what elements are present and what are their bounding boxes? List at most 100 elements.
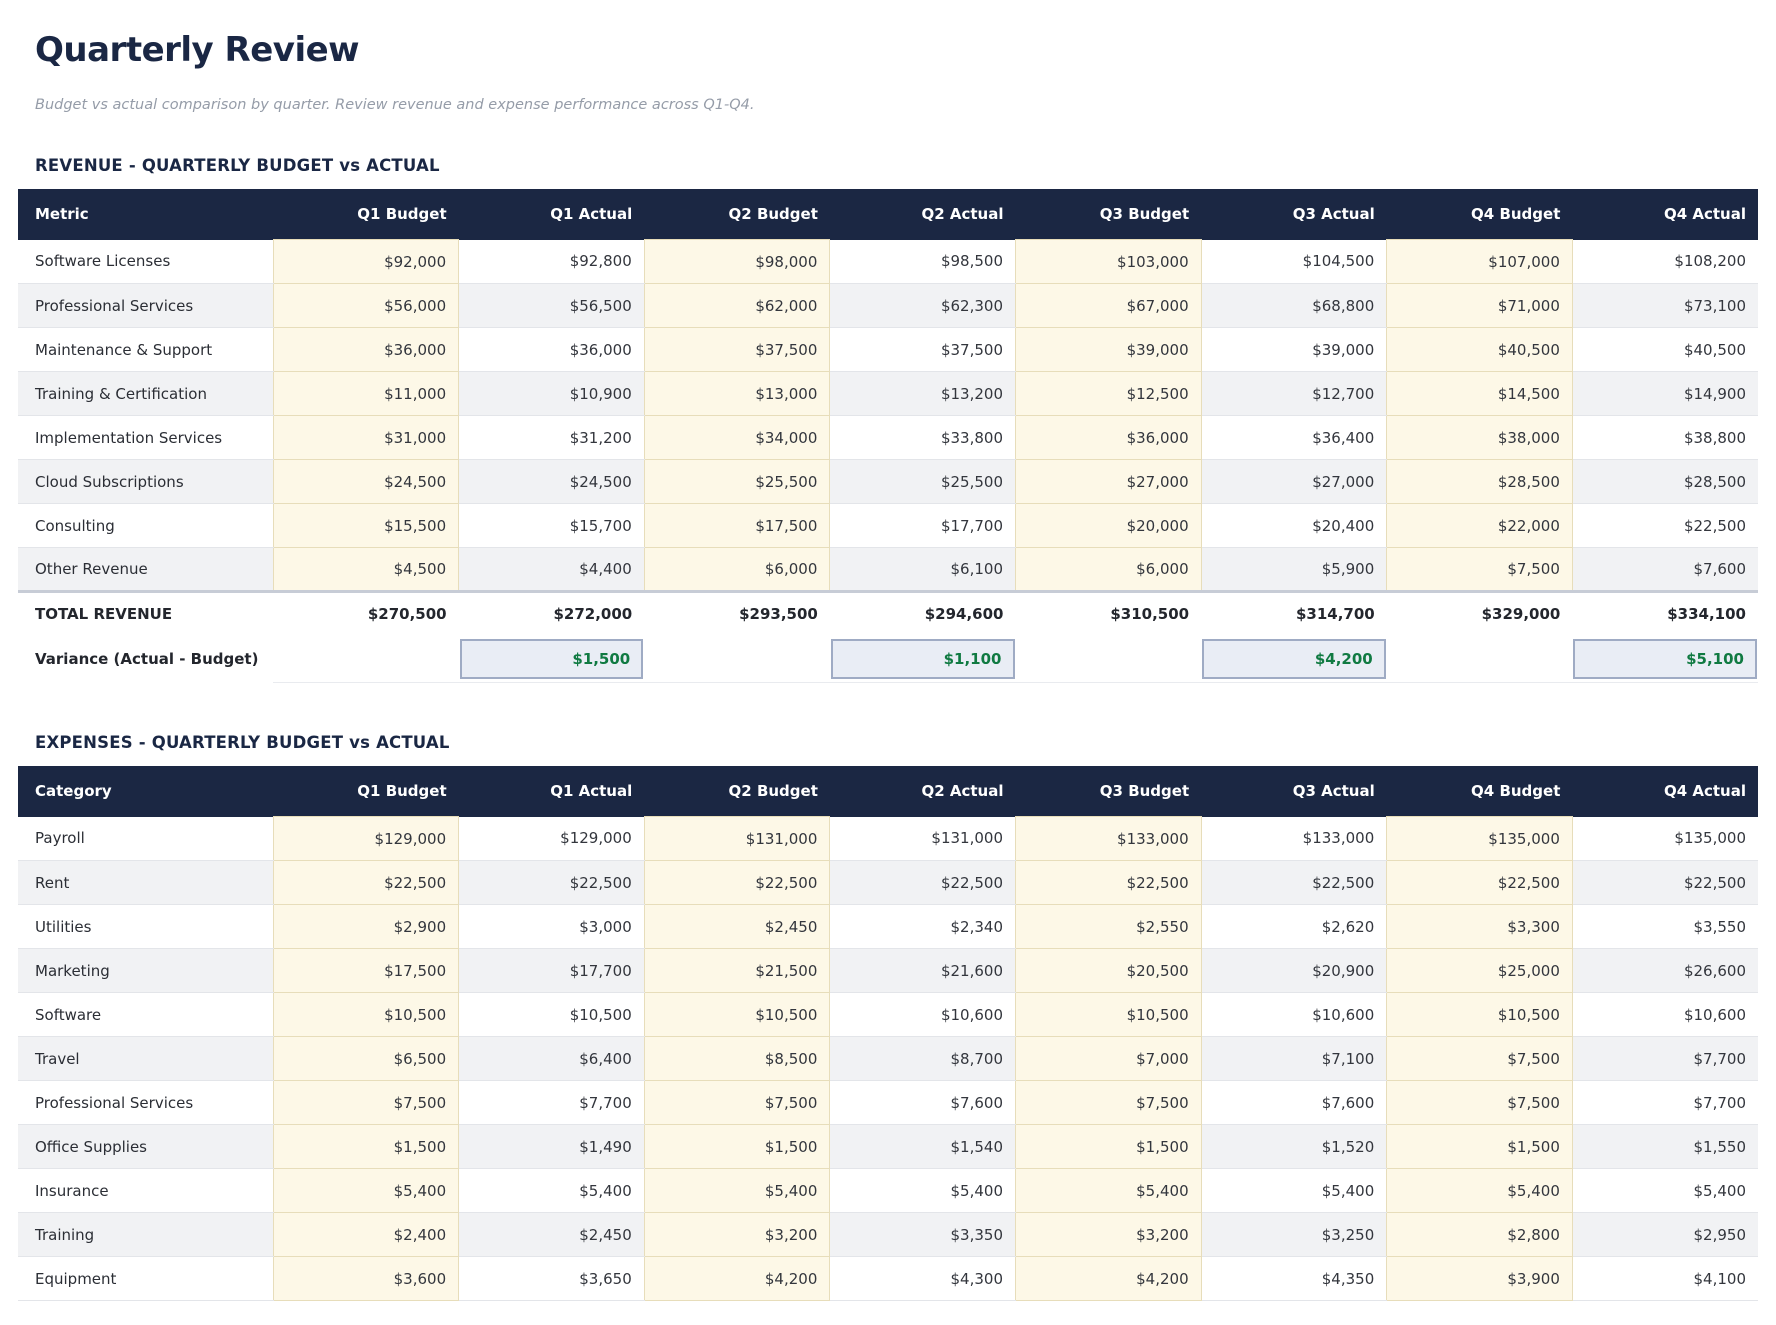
budget-value-cell[interactable]: $15,500: [273, 504, 459, 548]
budget-value-cell[interactable]: $62,000: [644, 284, 830, 328]
budget-value-cell[interactable]: $3,300: [1387, 905, 1573, 949]
table-row: Office Supplies$1,500$1,490$1,500$1,540$…: [18, 1125, 1758, 1169]
total-value-cell: $272,000: [459, 592, 645, 636]
budget-value-cell[interactable]: $135,000: [1387, 817, 1573, 861]
table-row: Other Revenue$4,500$4,400$6,000$6,100$6,…: [18, 548, 1758, 592]
budget-value-cell[interactable]: $4,200: [1016, 1257, 1202, 1301]
budget-value-cell[interactable]: $4,200: [644, 1257, 830, 1301]
budget-value-cell[interactable]: $5,400: [273, 1169, 459, 1213]
revenue-table: MetricQ1 BudgetQ1 ActualQ2 BudgetQ2 Actu…: [18, 189, 1758, 683]
budget-value-cell[interactable]: $3,200: [644, 1213, 830, 1257]
budget-value-cell[interactable]: $21,500: [644, 949, 830, 993]
budget-value-cell[interactable]: $7,500: [273, 1081, 459, 1125]
budget-value-cell[interactable]: $7,500: [1016, 1081, 1202, 1125]
budget-value-cell[interactable]: $39,000: [1016, 328, 1202, 372]
budget-value-cell[interactable]: $5,400: [1016, 1169, 1202, 1213]
budget-value-cell[interactable]: $129,000: [273, 817, 459, 861]
row-label: Maintenance & Support: [18, 328, 273, 372]
budget-value-cell[interactable]: $12,500: [1016, 372, 1202, 416]
actual-value-cell: $33,800: [830, 416, 1016, 460]
budget-value-cell[interactable]: $92,000: [273, 240, 459, 284]
budget-value-cell[interactable]: $5,400: [644, 1169, 830, 1213]
budget-value-cell[interactable]: $10,500: [1387, 993, 1573, 1037]
budget-value-cell[interactable]: $7,000: [1016, 1037, 1202, 1081]
budget-value-cell[interactable]: $22,500: [644, 861, 830, 905]
budget-value-cell[interactable]: $20,000: [1016, 504, 1202, 548]
column-header: Q4 Budget: [1387, 189, 1573, 240]
budget-value-cell[interactable]: $31,000: [273, 416, 459, 460]
budget-value-cell[interactable]: $71,000: [1387, 284, 1573, 328]
budget-value-cell[interactable]: $3,900: [1387, 1257, 1573, 1301]
budget-value-cell[interactable]: $7,500: [1387, 548, 1573, 592]
budget-value-cell[interactable]: $1,500: [1387, 1125, 1573, 1169]
budget-value-cell[interactable]: $10,500: [273, 993, 459, 1037]
budget-value-cell[interactable]: $6,500: [273, 1037, 459, 1081]
budget-value-cell[interactable]: $131,000: [644, 817, 830, 861]
budget-value-cell[interactable]: $6,000: [644, 548, 830, 592]
budget-value-cell[interactable]: $17,500: [644, 504, 830, 548]
actual-value-cell: $3,550: [1572, 905, 1758, 949]
budget-value-cell[interactable]: $8,500: [644, 1037, 830, 1081]
budget-value-cell[interactable]: $2,800: [1387, 1213, 1573, 1257]
actual-value-cell: $10,600: [1201, 993, 1387, 1037]
budget-value-cell[interactable]: $98,000: [644, 240, 830, 284]
budget-value-cell[interactable]: $67,000: [1016, 284, 1202, 328]
budget-value-cell[interactable]: $3,200: [1016, 1213, 1202, 1257]
budget-value-cell[interactable]: $36,000: [1016, 416, 1202, 460]
budget-value-cell[interactable]: $10,500: [1016, 993, 1202, 1037]
budget-value-cell[interactable]: $36,000: [273, 328, 459, 372]
actual-value-cell: $10,600: [1572, 993, 1758, 1037]
budget-value-cell[interactable]: $22,000: [1387, 504, 1573, 548]
budget-value-cell[interactable]: $10,500: [644, 993, 830, 1037]
actual-value-cell: $8,700: [830, 1037, 1016, 1081]
variance-empty-cell: [644, 636, 830, 683]
budget-value-cell[interactable]: $1,500: [1016, 1125, 1202, 1169]
budget-value-cell[interactable]: $7,500: [644, 1081, 830, 1125]
budget-value-cell[interactable]: $1,500: [273, 1125, 459, 1169]
budget-value-cell[interactable]: $14,500: [1387, 372, 1573, 416]
budget-value-cell[interactable]: $25,000: [1387, 949, 1573, 993]
row-label: Insurance: [18, 1169, 273, 1213]
budget-value-cell[interactable]: $4,500: [273, 548, 459, 592]
budget-value-cell[interactable]: $103,000: [1016, 240, 1202, 284]
budget-value-cell[interactable]: $2,400: [273, 1213, 459, 1257]
actual-value-cell: $62,300: [830, 284, 1016, 328]
table-row: Implementation Services$31,000$31,200$34…: [18, 416, 1758, 460]
budget-value-cell[interactable]: $2,900: [273, 905, 459, 949]
variance-value-box: $1,500: [460, 639, 644, 679]
budget-value-cell[interactable]: $6,000: [1016, 548, 1202, 592]
table-row: Payroll$129,000$129,000$131,000$131,000$…: [18, 817, 1758, 861]
budget-value-cell[interactable]: $1,500: [644, 1125, 830, 1169]
budget-value-cell[interactable]: $22,500: [1016, 861, 1202, 905]
actual-value-cell: $4,400: [459, 548, 645, 592]
budget-value-cell[interactable]: $17,500: [273, 949, 459, 993]
budget-value-cell[interactable]: $20,500: [1016, 949, 1202, 993]
budget-value-cell[interactable]: $40,500: [1387, 328, 1573, 372]
budget-value-cell[interactable]: $22,500: [1387, 861, 1573, 905]
budget-value-cell[interactable]: $7,500: [1387, 1037, 1573, 1081]
budget-value-cell[interactable]: $27,000: [1016, 460, 1202, 504]
budget-value-cell[interactable]: $13,000: [644, 372, 830, 416]
budget-value-cell[interactable]: $2,550: [1016, 905, 1202, 949]
budget-value-cell[interactable]: $38,000: [1387, 416, 1573, 460]
budget-value-cell[interactable]: $37,500: [644, 328, 830, 372]
budget-value-cell[interactable]: $34,000: [644, 416, 830, 460]
table-row: Insurance$5,400$5,400$5,400$5,400$5,400$…: [18, 1169, 1758, 1213]
budget-value-cell[interactable]: $25,500: [644, 460, 830, 504]
budget-value-cell[interactable]: $7,500: [1387, 1081, 1573, 1125]
actual-value-cell: $22,500: [830, 861, 1016, 905]
actual-value-cell: $12,700: [1201, 372, 1387, 416]
budget-value-cell[interactable]: $28,500: [1387, 460, 1573, 504]
column-header: Q4 Actual: [1572, 189, 1758, 240]
budget-value-cell[interactable]: $5,400: [1387, 1169, 1573, 1213]
budget-value-cell[interactable]: $22,500: [273, 861, 459, 905]
budget-value-cell[interactable]: $2,450: [644, 905, 830, 949]
budget-value-cell[interactable]: $11,000: [273, 372, 459, 416]
budget-value-cell[interactable]: $3,600: [273, 1257, 459, 1301]
budget-value-cell[interactable]: $56,000: [273, 284, 459, 328]
actual-value-cell: $13,200: [830, 372, 1016, 416]
budget-value-cell[interactable]: $133,000: [1016, 817, 1202, 861]
budget-value-cell[interactable]: $107,000: [1387, 240, 1573, 284]
actual-value-cell: $5,900: [1201, 548, 1387, 592]
budget-value-cell[interactable]: $24,500: [273, 460, 459, 504]
